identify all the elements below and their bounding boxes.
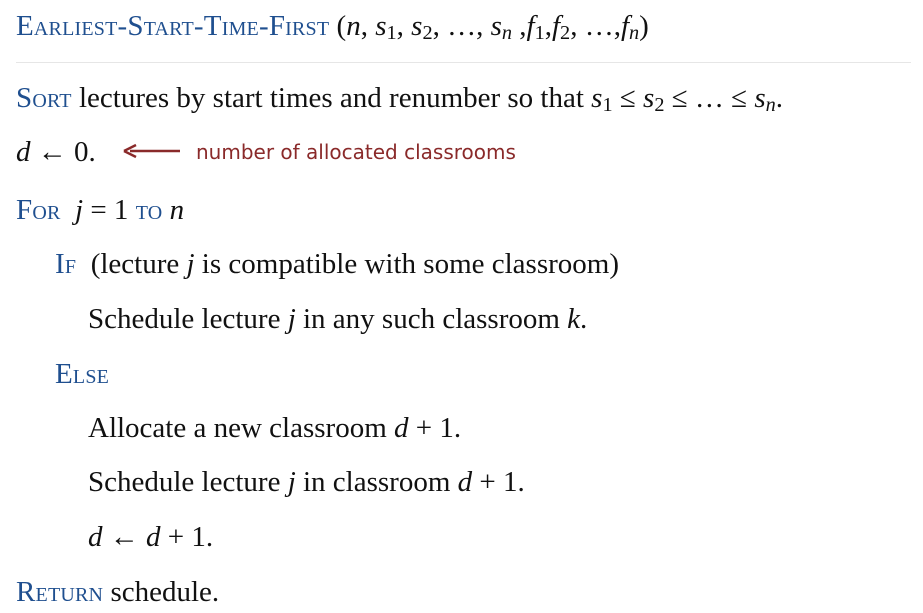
keyword-for: For — [16, 194, 61, 226]
algorithm-title: Earliest-Start-Time-First — [16, 10, 330, 42]
keyword-else: Else — [55, 358, 110, 390]
header-params: (n, s1, s2, …, sn ,f1,f2, …,fn) — [336, 10, 649, 45]
line-schedule-new: Schedule lecture j in classroom d + 1. — [88, 466, 525, 498]
keyword-to: to — [135, 194, 163, 226]
header-divider — [16, 62, 911, 63]
init-comment: number of allocated classrooms — [196, 140, 516, 164]
line-if: If (lecture j is compatible with some cl… — [55, 248, 619, 280]
line-for: For j = 1 to n — [16, 194, 185, 226]
keyword-return: Return — [16, 576, 104, 608]
line-init: d ← 0. — [16, 136, 96, 168]
keyword-if: If — [55, 248, 77, 280]
line-schedule-compatible: Schedule lecture j in any such classroom… — [88, 303, 588, 335]
line-else: Else — [55, 356, 109, 392]
comment-arrow-icon — [123, 143, 180, 159]
keyword-sort: Sort — [16, 82, 72, 114]
line-sort: Sort lectures by start times and renumbe… — [16, 82, 783, 117]
line-increment: d ← d + 1. — [88, 521, 214, 553]
line-allocate: Allocate a new classroom d + 1. — [88, 412, 462, 444]
line-return: Return schedule. — [16, 576, 220, 608]
algorithm-header: Earliest-Start-Time-First (n, s1, s2, …,… — [16, 8, 649, 51]
